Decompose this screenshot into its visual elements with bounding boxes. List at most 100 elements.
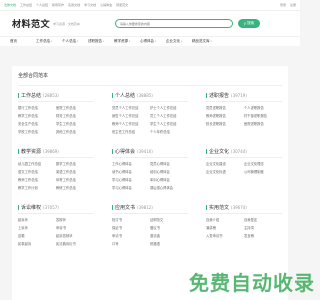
category-link[interactable]: 祝福语	[150, 241, 188, 246]
category-link[interactable]: 教学工作计划	[18, 185, 56, 190]
category-link[interactable]: 申诉书	[56, 225, 94, 230]
category-link[interactable]: 读书心得体会	[112, 169, 150, 174]
category-link[interactable]: 遗嘱	[18, 233, 56, 238]
topbar-link[interactable]: 法律文档	[4, 3, 16, 7]
category-link[interactable]: 语文工作总结	[18, 169, 56, 174]
category-link[interactable]: 班主任工作总结	[112, 129, 150, 134]
category-link[interactable]: 起诉状	[18, 217, 56, 222]
search-input[interactable]	[119, 21, 228, 26]
category-link[interactable]: 军训心得体会	[150, 177, 188, 182]
chevron-down-icon: ▾	[129, 40, 131, 43]
category-link[interactable]: 其他工作总结	[56, 129, 94, 134]
category-link[interactable]: 银行工作总结	[18, 105, 56, 110]
nav-item-culture[interactable]: 企业文化 ▾	[166, 39, 192, 44]
category-link[interactable]: 员工个人工作总结	[150, 113, 188, 118]
category-link[interactable]: 答辩状	[56, 217, 94, 222]
category-link[interactable]: 检讨书	[112, 217, 150, 222]
category-link[interactable]: 英语工作总结	[56, 169, 94, 174]
category-link[interactable]: 党员述职报告	[206, 105, 244, 110]
category-link[interactable]: 邀请函	[150, 233, 188, 238]
nav-item-label: 企业文化	[166, 39, 180, 43]
category-link[interactable]: 上诉状	[18, 225, 56, 230]
category-link[interactable]: 党员个人工作总结	[112, 105, 150, 110]
nav-item-personal-summary[interactable]: 个人总结 ▾	[62, 39, 88, 44]
topbar-link[interactable]: 心得体会	[100, 3, 112, 7]
topbar-link[interactable]: 阿里范文	[116, 3, 128, 7]
category-link[interactable]: 培训心得体会	[150, 169, 188, 174]
category-link[interactable]: 自我介绍	[206, 217, 244, 222]
register-link[interactable]: 注册	[290, 3, 296, 7]
category-link[interactable]: 民法典诉讼书	[56, 241, 94, 246]
category-link[interactable]: 医院工作总结	[56, 105, 94, 110]
topbar-link[interactable]: 个人总结	[36, 3, 48, 7]
category-link[interactable]: 护士个人工作总结	[150, 105, 188, 110]
category-header[interactable]: 述职报告 (39719)	[206, 92, 282, 102]
category-link[interactable]: 工作心得体会	[112, 161, 150, 166]
category-link[interactable]: 口号	[112, 241, 150, 246]
topbar-link[interactable]: 职场写作	[52, 3, 64, 7]
category-link[interactable]: 观后感心得体会	[150, 185, 188, 190]
category-link[interactable]: 数学工作总结	[56, 161, 94, 166]
category-link[interactable]: 校长述职报告	[206, 121, 244, 126]
nav-item-work-summary[interactable]: 工作总结 ▾	[36, 39, 62, 44]
category-link[interactable]: 企业文化理念	[244, 161, 282, 166]
site-logo[interactable]: 材料范文 学习资源 · 文档范本	[12, 17, 80, 30]
category-header[interactable]: 应用文书 (39812)	[112, 204, 188, 214]
logo-text: 材料范文	[12, 20, 51, 30]
category-header[interactable]: 心得体会 (39416)	[112, 148, 188, 158]
category-link[interactable]: 教师述职报告	[206, 113, 244, 118]
category-link[interactable]: 安全生产总结	[18, 121, 56, 126]
category-header[interactable]: 教学资源 (39869)	[18, 148, 94, 158]
category-link[interactable]: 个人年终总结	[150, 129, 188, 134]
search-button[interactable]: ⚲ 搜索	[237, 19, 260, 28]
nav-item-library[interactable]: 精品范文库 ▾	[192, 39, 218, 44]
category-link[interactable]: 保证书	[112, 225, 150, 230]
category-header[interactable]: 个人总结 (38885)	[112, 92, 188, 102]
nav-item-experience[interactable]: 心得体会 ▾	[140, 39, 166, 44]
category-link[interactable]: 财务工作总结	[56, 113, 94, 118]
category-link[interactable]: 证明范文	[150, 217, 188, 222]
nav-item-home[interactable]: 首页	[10, 39, 36, 44]
category-link[interactable]: 民事起诉	[18, 241, 56, 246]
category-link[interactable]: 起诉答辩状	[56, 233, 94, 238]
topbar-link[interactable]: 实用文档	[68, 3, 80, 7]
nav-item-teaching[interactable]: 教学资源 ▾	[114, 39, 140, 44]
category-link[interactable]: 个人述职报告	[244, 105, 282, 110]
login-link[interactable]: 登录	[280, 3, 286, 7]
category-link[interactable]: 幼儿园工作总结	[18, 161, 56, 166]
category-link[interactable]: 发言稿	[244, 233, 282, 238]
category-header[interactable]: 企业文化 (30744)	[206, 148, 282, 158]
category-link[interactable]: 演讲稿	[206, 225, 244, 230]
category-link[interactable]: 教师工作总结	[18, 177, 56, 182]
category-link[interactable]: 公司管理制度	[244, 169, 282, 174]
category-link[interactable]: 学习心得体会	[112, 177, 150, 182]
category-link[interactable]: 教研工作总结	[56, 185, 94, 190]
category-link[interactable]: 教师个人工作总结	[112, 121, 150, 126]
category-header[interactable]: 诉讼维权 (37057)	[18, 204, 94, 214]
category-link[interactable]: 销售个人工作总结	[112, 113, 150, 118]
topbar-link[interactable]: 工作总结	[20, 3, 32, 7]
category-link[interactable]: 体育工作总结	[56, 177, 94, 182]
category-link[interactable]: 自我鉴定	[244, 217, 282, 222]
category-link[interactable]: 教学工作总结	[18, 113, 56, 118]
search-box	[114, 19, 233, 28]
topbar-link[interactable]: 学习文档	[84, 3, 96, 7]
category-link[interactable]: 主持词	[244, 225, 282, 230]
category-link[interactable]: 医院述职报告	[244, 121, 282, 126]
category-link[interactable]: 村干部述职报告	[244, 113, 282, 118]
category-link[interactable]: 企业文化标语	[206, 169, 244, 174]
category-header[interactable]: 工作总结 (28853)	[18, 92, 94, 102]
category-link[interactable]: 学校工作总结	[18, 129, 56, 134]
category-count: (39674)	[231, 205, 247, 210]
category-header[interactable]: 实用范文 (39674)	[206, 204, 282, 214]
nav-item-report[interactable]: 述职报告 ▾	[88, 39, 114, 44]
category-link[interactable]: 学生个人工作总结	[150, 121, 188, 126]
category-link[interactable]: 企业文化建设	[206, 161, 244, 166]
category-link[interactable]: 入党申请书	[206, 233, 244, 238]
category-link[interactable]: 申请书	[112, 233, 150, 238]
category-count: (28853)	[43, 93, 59, 98]
category-link[interactable]: 学习心得体会	[112, 185, 150, 190]
category-link[interactable]: 倡议书	[150, 225, 188, 230]
category-link[interactable]: 党员心得体会	[150, 161, 188, 166]
category-link[interactable]: 学生工作总结	[56, 121, 94, 126]
